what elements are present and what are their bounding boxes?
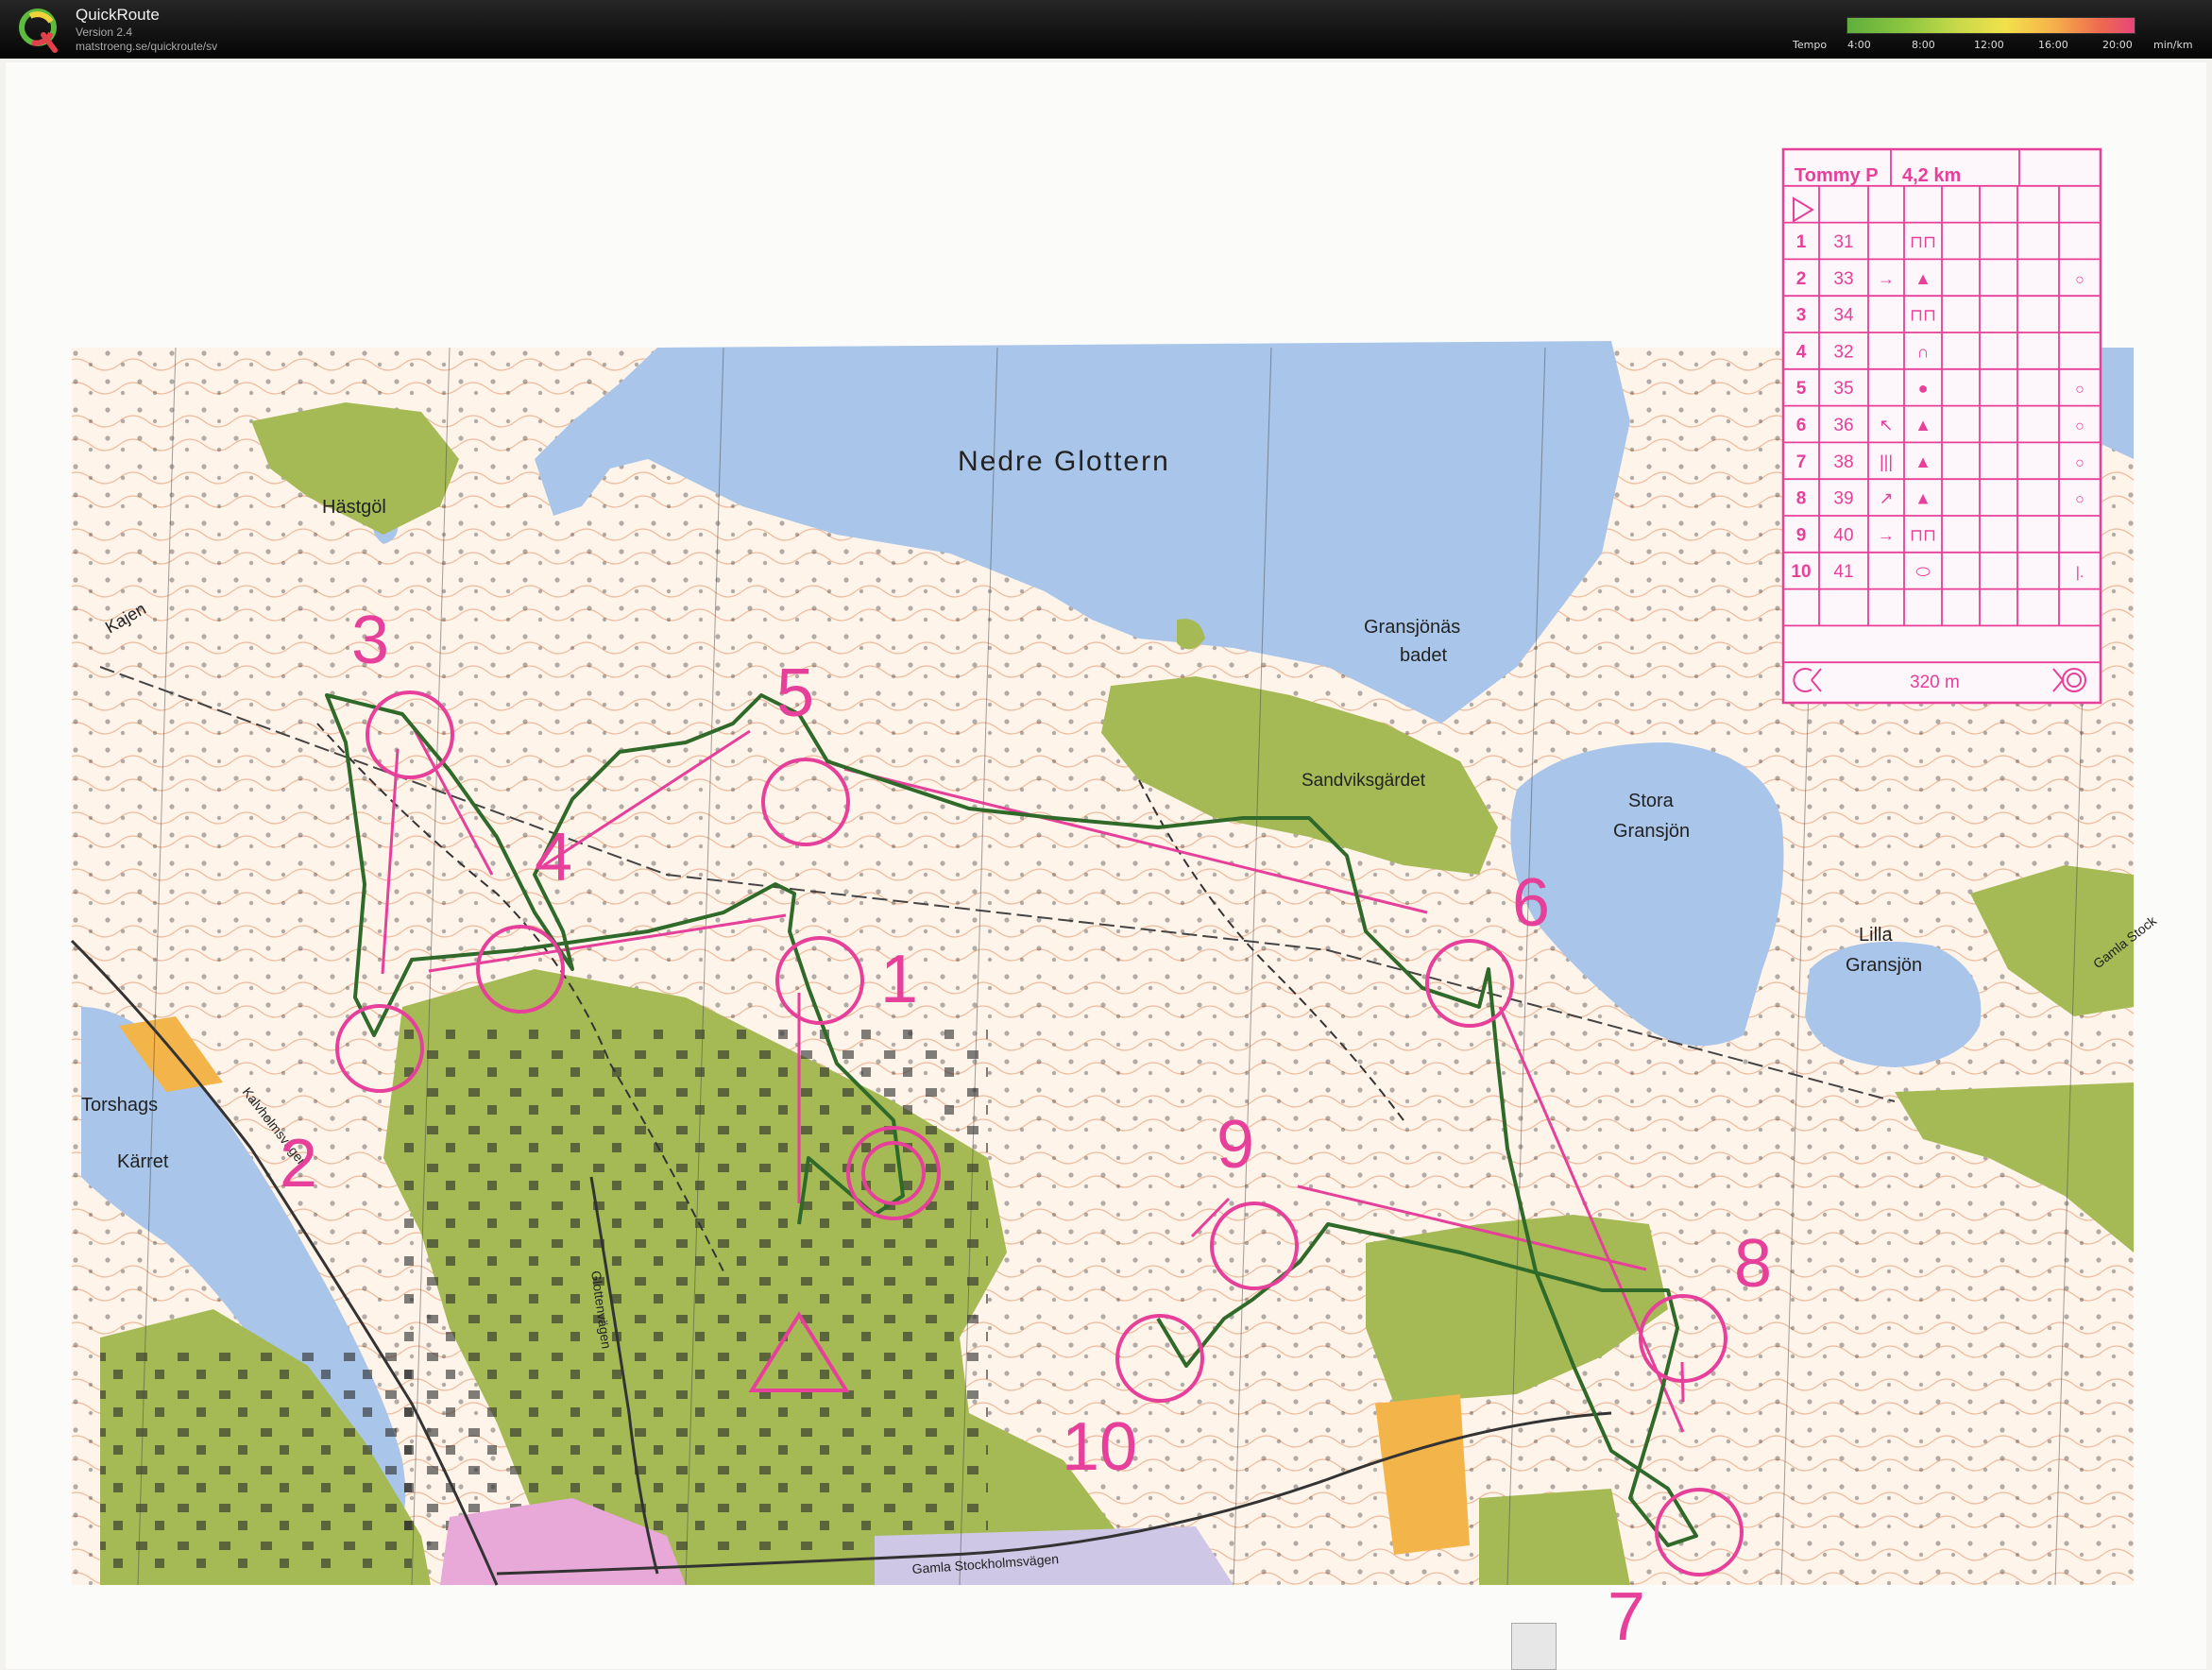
control-number-2: 2 [280,1126,317,1201]
label-karret: Kärret [117,1151,169,1172]
scanner-clip-mark [1511,1623,1557,1670]
card-row-feature: ⬭ [1915,562,1931,581]
app-url[interactable]: matstroeng.se/quickroute/sv [76,40,217,53]
card-row-code: 31 [1833,232,1853,252]
card-row-code: 40 [1833,525,1853,545]
card-row-code: 32 [1833,342,1853,362]
houses-texture-west [100,1347,412,1574]
card-row-location: ○ [2075,418,2084,435]
card-row-number: 4 [1796,342,1807,362]
card-row-direction: ||| [1880,452,1893,471]
tempo-unit: min/km [2153,39,2193,51]
card-row-location: |. [2076,565,2084,581]
card-row-code: 41 [1833,562,1853,582]
scanned-map-paper: Nedre Glottern Hästgöl Kajen Gransjönäs … [6,62,2206,1669]
tempo-tick: 20:00 [2102,39,2133,51]
card-row-number: 9 [1796,525,1807,545]
tempo-label: Tempo [1793,39,1828,51]
card-row-direction: → [1878,525,1895,544]
label-gransjonas: Gransjönäs [1364,617,1460,638]
tempo-color-scale [1846,17,2135,34]
control-number-9: 9 [1217,1107,1254,1183]
card-row-number: 10 [1791,562,1811,582]
control-number-10: 10 [1062,1409,1137,1485]
control-number-6: 6 [1512,865,1550,941]
card-row-number: 6 [1796,416,1807,435]
card-row-direction: ↖ [1879,416,1893,435]
control-number-5: 5 [776,656,814,731]
quickroute-logo-icon [19,9,58,53]
card-row-code: 34 [1833,306,1854,326]
card-row-location: ○ [2075,492,2084,508]
card-row-code: 33 [1833,269,1853,289]
label-badet: badet [1400,645,1447,666]
label-torshags: Torshags [81,1095,158,1116]
app-name: QuickRoute [76,6,160,24]
card-row-location: ○ [2075,272,2084,288]
card-row-number: 1 [1796,232,1807,252]
card-row-feature: ⊓⊓ [1910,232,1936,251]
label-stora: Stora [1628,791,1675,811]
card-row-feature: ⊓⊓ [1910,525,1936,544]
control-number-4: 4 [535,820,572,895]
label-sandviksgardet: Sandviksgärdet [1302,771,1426,791]
tempo-tick: 16:00 [2038,39,2068,51]
card-row-number: 8 [1796,489,1807,509]
card-row-feature: ▲ [1914,416,1931,435]
orienteering-map[interactable]: Nedre Glottern Hästgöl Kajen Gransjönäs … [6,62,2206,1669]
label-hastgol: Hästgöl [322,497,386,518]
card-row-direction: ↗ [1879,489,1893,508]
control-number-8: 8 [1734,1226,1772,1302]
card-row-number: 5 [1796,379,1807,399]
card-row-feature: ▲ [1914,269,1931,288]
card-row-feature: ⊓⊓ [1910,306,1936,325]
card-row-number: 7 [1796,452,1807,472]
tempo-tick: 8:00 [1912,39,1935,51]
card-row-feature: ∩ [1917,342,1930,361]
app-version: Version 2.4 [76,26,133,39]
card-row-number: 3 [1796,306,1807,326]
card-row-feature: ▲ [1914,452,1931,471]
control-number-7: 7 [1608,1579,1645,1655]
control-number-3: 3 [351,603,389,678]
card-row-feature: ● [1918,379,1929,398]
card-row-location: ○ [2075,455,2084,471]
card-length: 4,2 km [1902,165,1961,186]
card-finish-distance: 320 m [1910,673,1960,692]
label-lilla-gransjon: Gransjön [1846,955,1922,976]
card-row-code: 36 [1833,416,1853,435]
forest-south-edge [1479,1489,1630,1585]
app-header: QuickRoute Version 2.4 matstroeng.se/qui… [0,0,2212,59]
label-nedre-glottern: Nedre Glottern [958,446,1170,477]
control-number-1: 1 [880,942,918,1017]
label-stora-gransjon: Gransjön [1613,821,1690,842]
card-row-number: 2 [1796,269,1807,289]
card-row-code: 35 [1833,379,1853,399]
tempo-tick: 12:00 [1974,39,2004,51]
label-lilla: Lilla [1859,925,1893,946]
card-row-direction: → [1878,269,1895,288]
card-row-code: 38 [1833,452,1853,472]
card-row-location: ○ [2075,382,2084,398]
control-description-card: Tommy P 4,2 km 1 31 ⊓⊓ 2 33 → ▲ ○ 3 34 ⊓⊓ 4 32 ∩ 5 35 ● ○… [1781,147,2102,705]
card-row-feature: ▲ [1914,489,1931,508]
card-row-code: 39 [1833,489,1853,509]
card-runner: Tommy P [1795,165,1879,186]
tempo-tick: 4:00 [1847,39,1871,51]
